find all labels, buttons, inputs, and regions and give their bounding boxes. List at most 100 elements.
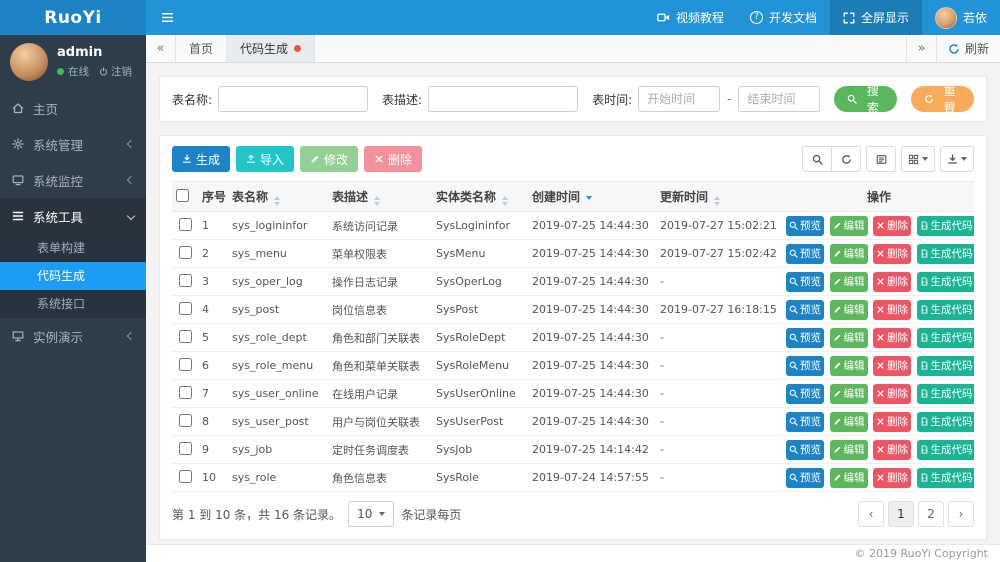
delete-button[interactable]: 删除 — [873, 327, 911, 348]
reset-button[interactable]: 重置 — [911, 84, 974, 115]
table-search-toggle-button[interactable] — [802, 146, 832, 172]
column-header-table-desc[interactable]: 表描述 — [328, 181, 432, 212]
generate-code-button[interactable]: 生成代码 — [916, 271, 974, 292]
tab-home[interactable]: 首页 — [176, 35, 228, 62]
select-all-checkbox[interactable] — [176, 188, 189, 202]
table-name-input[interactable] — [218, 86, 369, 112]
import-button[interactable]: 导入 — [236, 146, 295, 172]
tabs-scroll-left-button[interactable]: « — [146, 35, 176, 62]
edit-button[interactable]: 编辑 — [829, 355, 868, 376]
nav-user-menu[interactable]: 若依 — [922, 0, 1000, 35]
generate-code-button[interactable]: 生成代码 — [916, 215, 974, 236]
tab-code-generation[interactable]: 代码生成 — [227, 35, 316, 62]
edit-button[interactable]: 编辑 — [829, 411, 868, 432]
cell-entity-name: SysLogininfor — [432, 211, 528, 240]
row-checkbox[interactable] — [178, 273, 192, 287]
prev-page-button[interactable]: ‹ — [858, 501, 884, 527]
preview-button[interactable]: 预览 — [786, 411, 824, 432]
sidebar-subitem-code-generation[interactable]: 代码生成 — [0, 262, 146, 290]
generate-code-button[interactable]: 生成代码 — [916, 327, 974, 348]
end-time-input[interactable] — [738, 86, 821, 112]
edit-button[interactable]: 编辑 — [829, 327, 868, 348]
page-button-1[interactable]: 1 — [888, 501, 914, 527]
edit-button[interactable]: 编辑 — [829, 299, 868, 320]
generate-code-button[interactable]: 生成代码 — [916, 355, 974, 376]
generate-code-button[interactable]: 生成代码 — [916, 439, 974, 460]
preview-button[interactable]: 预览 — [786, 271, 824, 292]
table-refresh-button[interactable] — [831, 146, 861, 172]
preview-button[interactable]: 预览 — [786, 467, 824, 488]
row-checkbox[interactable] — [178, 301, 192, 315]
sidebar-item-system-tools[interactable]: 系统工具 — [0, 198, 146, 234]
user-avatar[interactable] — [10, 43, 48, 81]
delete-button[interactable]: 删除 — [873, 299, 911, 320]
delete-button[interactable]: 删除 — [873, 411, 911, 432]
column-header-table-name[interactable]: 表名称 — [228, 181, 328, 212]
export-dropdown-button[interactable] — [940, 146, 974, 172]
row-checkbox[interactable] — [178, 413, 192, 427]
edit-button[interactable]: 编辑 — [829, 243, 868, 264]
preview-button[interactable]: 预览 — [786, 243, 824, 264]
generate-code-button[interactable]: 生成代码 — [916, 467, 974, 488]
edit-button[interactable]: 编辑 — [829, 215, 868, 236]
page-button-2[interactable]: 2 — [918, 501, 944, 527]
generate-button[interactable]: 生成 — [172, 146, 231, 172]
tabs-scroll-right-button[interactable]: » — [905, 35, 936, 62]
delete-button[interactable]: 删除 — [873, 467, 911, 488]
row-checkbox[interactable] — [178, 245, 192, 259]
row-checkbox[interactable] — [178, 329, 192, 343]
preview-button[interactable]: 预览 — [786, 383, 824, 404]
columns-dropdown-button[interactable] — [901, 146, 935, 172]
preview-button[interactable]: 预览 — [786, 215, 824, 236]
row-checkbox[interactable] — [178, 441, 192, 455]
sidebar-subitem-form-builder[interactable]: 表单构建 — [0, 234, 146, 262]
table-tools — [797, 146, 974, 172]
row-checkbox[interactable] — [178, 357, 192, 371]
column-header-updated-time[interactable]: 更新时间 — [656, 181, 784, 212]
table-desc-input[interactable] — [428, 86, 579, 112]
row-checkbox[interactable] — [178, 469, 192, 483]
nav-dev-docs[interactable]: ? 开发文档 — [737, 0, 830, 35]
search-button[interactable]: 搜索 — [834, 84, 898, 115]
delete-button[interactable]: 删除 — [873, 383, 911, 404]
preview-button[interactable]: 预览 — [786, 439, 824, 460]
sidebar-item-home[interactable]: 主页 — [0, 90, 146, 126]
next-page-button[interactable]: › — [948, 501, 974, 527]
edit-button[interactable]: 编辑 — [829, 271, 868, 292]
column-header-entity-name[interactable]: 实体类名称 — [432, 181, 528, 212]
brand-logo[interactable]: RuoYi — [0, 0, 146, 35]
edit-button[interactable]: 编辑 — [829, 467, 868, 488]
delete-button[interactable]: 删除 — [873, 355, 911, 376]
nav-fullscreen[interactable]: 全屏显示 — [829, 0, 922, 35]
edit-button[interactable]: 编辑 — [829, 439, 868, 460]
generate-code-button[interactable]: 生成代码 — [916, 383, 974, 404]
generate-code-button[interactable]: 生成代码 — [916, 299, 974, 320]
preview-button[interactable]: 预览 — [786, 299, 824, 320]
delete-button[interactable]: 删除 — [873, 439, 911, 460]
sidebar-subitem-system-api[interactable]: 系统接口 — [0, 290, 146, 318]
nav-video-tutorial[interactable]: 视频教程 — [644, 0, 737, 35]
generate-code-button[interactable]: 生成代码 — [916, 243, 974, 264]
tab-refresh-button[interactable]: 刷新 — [935, 35, 1000, 62]
preview-button[interactable]: 预览 — [786, 355, 824, 376]
sidebar-item-system-management[interactable]: 系统管理 — [0, 126, 146, 162]
modify-button[interactable]: 修改 — [300, 146, 359, 172]
delete-button[interactable]: 删除 — [364, 146, 423, 172]
sidebar-item-demo[interactable]: 实例演示 — [0, 318, 146, 354]
column-header-created-time[interactable]: 创建时间 — [528, 181, 656, 212]
card-view-toggle-button[interactable] — [866, 146, 896, 172]
preview-button-label: 预览 — [800, 276, 821, 288]
page-size-select[interactable]: 10 — [348, 501, 395, 527]
generate-code-button[interactable]: 生成代码 — [916, 411, 974, 432]
start-time-input[interactable] — [638, 86, 721, 112]
delete-button[interactable]: 删除 — [873, 215, 911, 236]
sidebar-toggle-button[interactable] — [146, 0, 188, 35]
edit-button[interactable]: 编辑 — [829, 383, 868, 404]
sidebar-item-system-monitor[interactable]: 系统监控 — [0, 162, 146, 198]
delete-button[interactable]: 删除 — [873, 271, 911, 292]
row-checkbox[interactable] — [178, 385, 192, 399]
row-checkbox[interactable] — [178, 217, 192, 231]
delete-button[interactable]: 删除 — [873, 243, 911, 264]
preview-button[interactable]: 预览 — [786, 327, 824, 348]
logout-link[interactable]: 注销 — [99, 64, 132, 79]
